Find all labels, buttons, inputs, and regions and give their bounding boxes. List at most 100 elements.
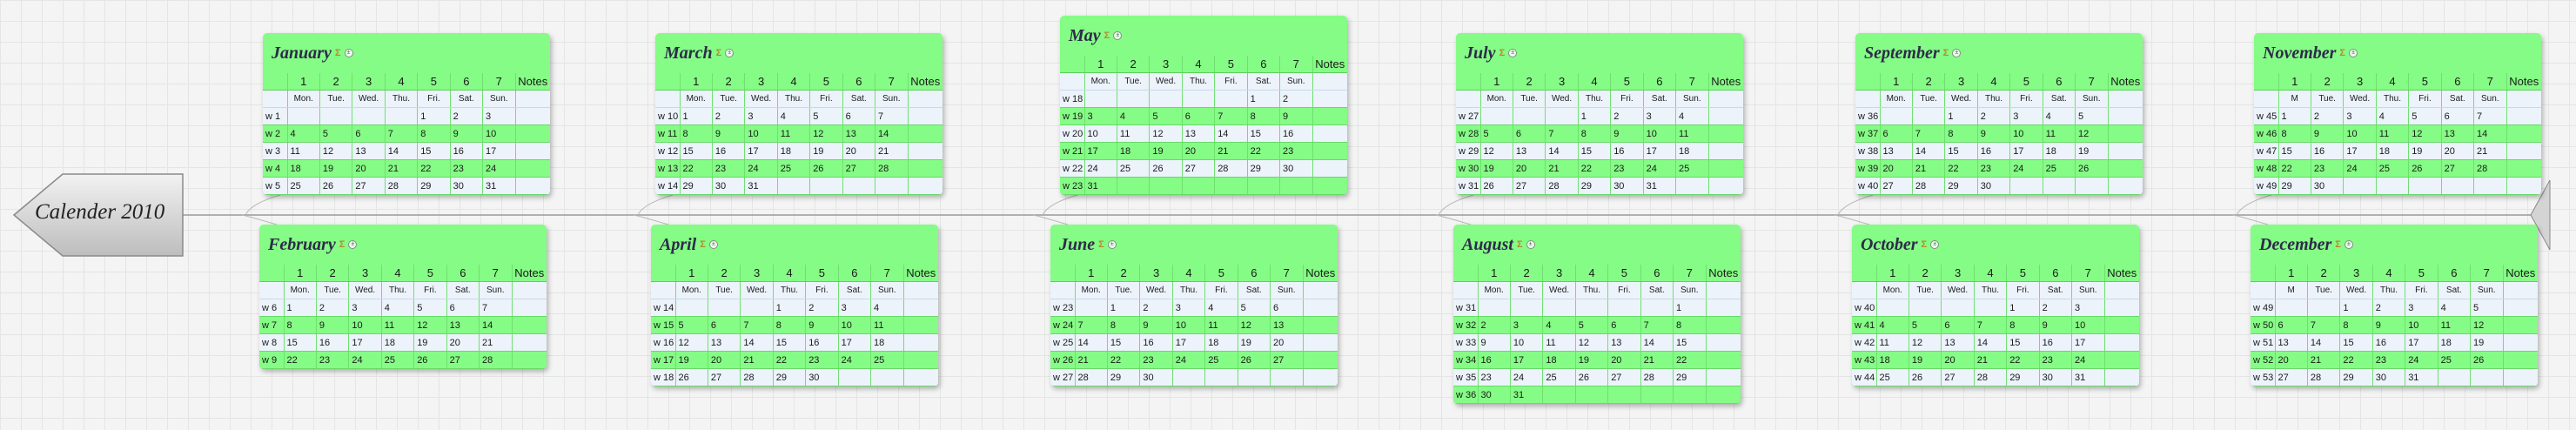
notes-cell[interactable] <box>903 368 938 386</box>
notes-cell[interactable] <box>2503 316 2538 334</box>
notes-cell[interactable] <box>2108 159 2143 178</box>
notes-cell[interactable] <box>908 124 943 143</box>
notes-cell[interactable] <box>2503 299 2538 317</box>
notes-cell[interactable] <box>2104 299 2139 317</box>
week-row: w 18 1 2 <box>1060 90 1347 108</box>
notes-cell[interactable] <box>2506 124 2541 143</box>
notes-cell[interactable] <box>1312 177 1347 195</box>
notes-cell[interactable] <box>1708 124 1743 143</box>
notes-cell[interactable] <box>1312 90 1347 108</box>
notes-cell[interactable] <box>2503 351 2538 369</box>
collapse-toggle-icon[interactable]: ± <box>1113 31 1123 40</box>
notes-cell[interactable] <box>515 107 550 125</box>
week-number-cell: w 17 <box>651 351 676 369</box>
notes-cell[interactable] <box>1303 316 1338 334</box>
notes-cell[interactable] <box>515 177 550 195</box>
notes-cell[interactable] <box>1312 159 1347 178</box>
collapse-toggle-icon[interactable]: ± <box>1508 49 1518 57</box>
connector-june <box>1032 214 1069 225</box>
notes-cell[interactable] <box>2104 333 2139 352</box>
notes-cell[interactable] <box>1706 351 1741 369</box>
collapse-toggle-icon[interactable]: ± <box>1107 240 1117 249</box>
notes-cell[interactable] <box>2503 333 2538 352</box>
month-header: March Σ ± <box>655 33 943 73</box>
notes-cell[interactable] <box>515 159 550 178</box>
day-cell: 28 <box>1214 159 1248 178</box>
month-card-february[interactable]: February Σ ±1 2 3 4 5 6 7 Notes Mon. Tue. Wed. Thu. Fr… <box>259 225 547 369</box>
notes-cell[interactable] <box>1708 159 1743 178</box>
notes-cell[interactable] <box>908 107 943 125</box>
notes-cell[interactable] <box>1312 124 1347 143</box>
collapse-toggle-icon[interactable]: ± <box>1930 240 1940 249</box>
collapse-toggle-icon[interactable]: ± <box>725 49 735 57</box>
notes-cell[interactable] <box>512 299 547 317</box>
notes-cell[interactable] <box>515 124 550 143</box>
notes-cell[interactable] <box>908 177 943 195</box>
collapse-toggle-icon[interactable]: ± <box>1526 240 1535 249</box>
day-name-cell: Sun. <box>2470 281 2504 299</box>
day-cell <box>1084 90 1117 108</box>
notes-cell[interactable] <box>2503 368 2538 386</box>
notes-cell[interactable] <box>1706 299 1741 317</box>
week-number-cell: w 45 <box>2254 107 2279 125</box>
collapse-toggle-icon[interactable]: ± <box>344 49 353 57</box>
day-cell: 17 <box>2405 333 2438 352</box>
notes-cell[interactable] <box>1708 142 1743 160</box>
collapse-toggle-icon[interactable]: ± <box>2344 240 2353 249</box>
notes-cell[interactable] <box>903 351 938 369</box>
collapse-toggle-icon[interactable]: ± <box>1952 49 1962 57</box>
notes-cell[interactable] <box>1312 107 1347 125</box>
notes-cell[interactable] <box>903 316 938 334</box>
collapse-toggle-icon[interactable]: ± <box>2349 49 2358 57</box>
day-cell: 12 <box>809 124 843 143</box>
notes-cell[interactable] <box>903 299 938 317</box>
notes-cell[interactable] <box>2506 142 2541 160</box>
day-name-cell: Tue. <box>1107 281 1141 299</box>
notes-cell[interactable] <box>1706 333 1741 352</box>
notes-cell[interactable] <box>2104 368 2139 386</box>
notes-cell[interactable] <box>1312 142 1347 160</box>
month-card-august[interactable]: August Σ ±1 2 3 4 5 6 7 Notes Mon. Tue. Wed. Thu. Fri.… <box>1453 225 1741 404</box>
month-card-april[interactable]: April Σ ±1 2 3 4 5 6 7 Notes Mon. Tue. Wed. Thu. Fri. S… <box>651 225 938 386</box>
notes-cell[interactable] <box>2108 142 2143 160</box>
notes-cell[interactable] <box>1303 351 1338 369</box>
month-card-october[interactable]: October Σ ±1 2 3 4 5 6 7 Notes Mon. Tue. Wed. Thu. Fri… <box>1852 225 2139 386</box>
notes-cell[interactable] <box>1708 177 1743 195</box>
header-cell: 6 <box>1238 265 1271 282</box>
month-card-november[interactable]: November Σ ±1 2 3 4 5 6 7 Notes M Tue. Wed. Thu. Fri. S… <box>2254 33 2541 195</box>
notes-cell[interactable] <box>515 142 550 160</box>
collapse-toggle-icon[interactable]: ± <box>708 240 718 249</box>
month-title: May <box>1069 25 1101 45</box>
notes-cell[interactable] <box>2506 107 2541 125</box>
notes-cell[interactable] <box>2104 316 2139 334</box>
day-cell: 29 <box>2278 177 2311 195</box>
notes-cell[interactable] <box>512 351 547 369</box>
month-card-may[interactable]: May Σ ±1 2 3 4 5 6 7 Notes Mon. Tue. Wed. Thu. Fri. Sat… <box>1060 16 1347 195</box>
notes-cell[interactable] <box>2108 107 2143 125</box>
month-card-september[interactable]: September Σ ±1 2 3 4 5 6 7 Notes Mon. Tue. Wed. Thu. F… <box>1855 33 2143 195</box>
month-card-january[interactable]: January Σ ±1 2 3 4 5 6 7 Notes Mon. Tue. Wed. Thu. Fri… <box>263 33 550 195</box>
notes-cell[interactable] <box>908 159 943 178</box>
notes-cell[interactable] <box>2104 351 2139 369</box>
notes-cell[interactable] <box>1303 333 1338 352</box>
month-card-march[interactable]: March Σ ±1 2 3 4 5 6 7 Notes Mon. Tue. Wed. Thu. Fri. S… <box>655 33 943 195</box>
notes-cell[interactable] <box>512 333 547 352</box>
notes-cell[interactable] <box>903 333 938 352</box>
notes-cell[interactable] <box>512 316 547 334</box>
notes-cell[interactable] <box>2506 177 2541 195</box>
month-card-june[interactable]: June Σ ±1 2 3 4 5 6 7 Notes Mon. Tue. Wed. Thu. Fri. Sa… <box>1050 225 1338 386</box>
notes-cell[interactable] <box>1706 368 1741 386</box>
month-card-july[interactable]: July Σ ±1 2 3 4 5 6 7 Notes Mon. Tue. Wed. Thu. Fri. Sa… <box>1456 33 1743 195</box>
notes-cell[interactable] <box>2108 124 2143 143</box>
notes-cell[interactable] <box>1706 386 1741 404</box>
notes-cell[interactable] <box>2506 159 2541 178</box>
collapse-toggle-icon[interactable]: ± <box>348 240 358 249</box>
notes-cell[interactable] <box>1708 107 1743 125</box>
notes-cell[interactable] <box>2108 177 2143 195</box>
week-row: w 27 28 29 30 <box>1050 368 1338 386</box>
month-card-december[interactable]: December Σ ±1 2 3 4 5 6 7 Notes M Tue. Wed. Thu. Fri. S… <box>2251 225 2538 386</box>
notes-cell[interactable] <box>1303 368 1338 386</box>
notes-cell[interactable] <box>1303 299 1338 317</box>
notes-cell[interactable] <box>1706 316 1741 334</box>
notes-cell[interactable] <box>908 142 943 160</box>
